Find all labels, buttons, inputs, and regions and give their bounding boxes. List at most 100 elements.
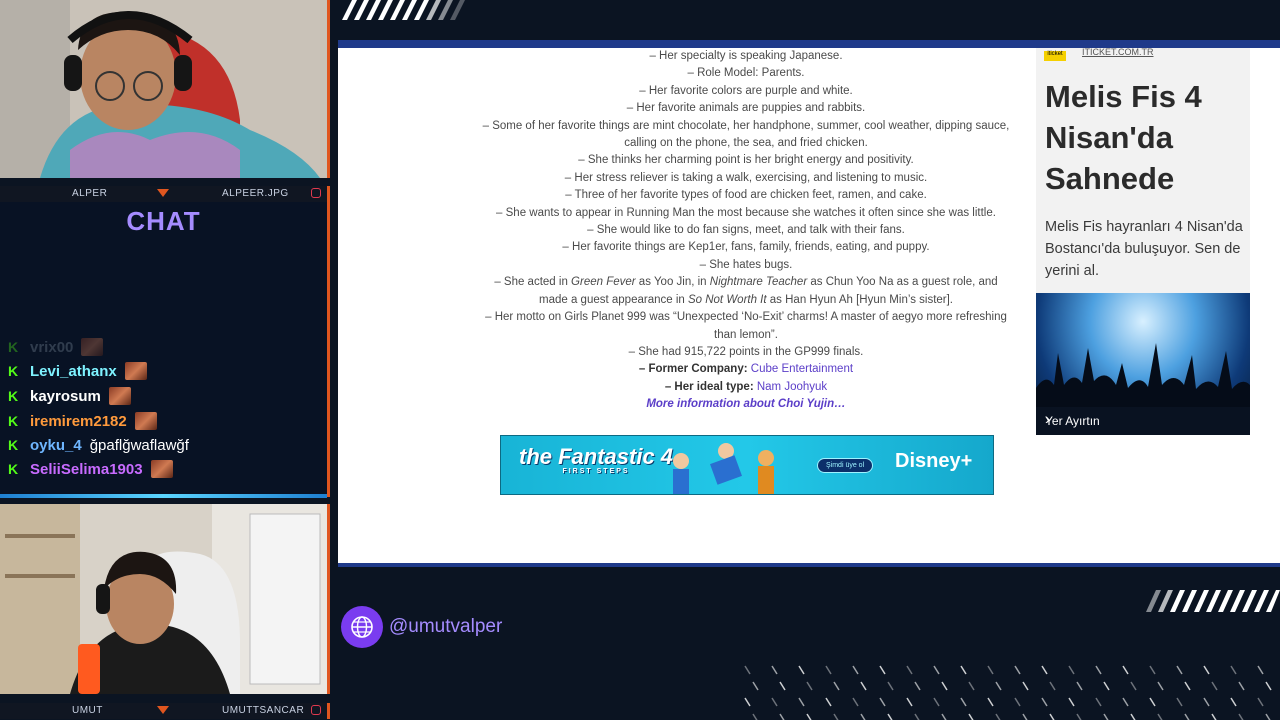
dot-mark <box>906 665 913 675</box>
dot-mark <box>933 665 940 675</box>
reserve-button[interactable]: Yer Ayırtın › <box>1036 407 1250 435</box>
dot-mark <box>1103 713 1109 720</box>
ad-title: the Fantastic 4 FIRST STEPS <box>519 444 673 475</box>
kick-icon: K <box>8 363 19 379</box>
kick-icon: K <box>8 413 19 429</box>
dot-mark <box>1095 665 1102 675</box>
ad-description: Melis Fis hayranları 4 Nisan'da Bostancı… <box>1045 219 1243 279</box>
dot-mark <box>887 681 894 691</box>
chat-message-text: ğpaflğwaflawğf <box>89 436 189 454</box>
emote-icon <box>150 460 173 478</box>
social-handle-text: @umutvalper <box>389 616 503 637</box>
dot-mark <box>825 665 832 675</box>
chat-message: K oyku_4 ğpaflğwaflawğf <box>8 435 189 455</box>
browser-page[interactable]: – Her specialty is speaking Japanese. – … <box>338 48 1280 563</box>
sidebar-ad[interactable]: iticket ITICKET.COM.TR Melis Fis 4 Nisan… <box>1036 48 1250 435</box>
dot-mark <box>1203 697 1210 707</box>
dot-mark <box>798 665 805 675</box>
chevron-right-icon: › <box>1045 411 1051 428</box>
ad-source-link[interactable]: ITICKET.COM.TR <box>1082 48 1154 57</box>
ad-signup-button[interactable]: Şimdi üye ol <box>817 458 874 473</box>
fact-line-company: – Former Company: Cube Entertainment <box>481 361 1011 378</box>
top-webcam <box>0 0 330 178</box>
dot-mark <box>779 713 785 720</box>
more-info-link[interactable]: More information about Choi Yujin… <box>646 398 845 410</box>
instagram-icon <box>311 188 321 198</box>
browser-frame-top <box>338 40 1280 48</box>
dot-mark <box>860 681 867 691</box>
dot-mark <box>987 697 994 707</box>
dot-mark <box>771 697 778 707</box>
fact-line: – She would like to do fan signs, meet, … <box>587 224 905 237</box>
dot-mark <box>1184 713 1190 720</box>
text: – She acted in <box>494 276 572 289</box>
dot-mark <box>1230 665 1237 675</box>
webcam-feed-image <box>0 504 327 694</box>
dots-decoration <box>744 665 1272 720</box>
divider-glow <box>0 494 327 498</box>
dot-mark <box>1149 665 1156 675</box>
emote-icon <box>81 338 104 356</box>
emote-icon <box>108 387 131 405</box>
ideal-type-label: – Her ideal type: <box>664 380 754 393</box>
chat-message: K Levi_athanx <box>8 361 147 381</box>
dot-mark <box>960 665 967 675</box>
top-cam-name: ALPER <box>72 188 108 199</box>
fact-line: – She had 915,722 points in the GP999 fi… <box>628 345 864 358</box>
dot-mark <box>1068 665 1075 675</box>
dot-mark <box>1203 665 1210 675</box>
bottom-cam-nameplate: UMUT UMUTTSANCAR <box>0 703 330 719</box>
fact-line-acting: – She acted in Green Fever as Yoo Jin, i… <box>481 274 1011 309</box>
chat-message: K kayrosum <box>8 386 131 406</box>
concert-photo[interactable]: Yer Ayırtın › <box>1036 293 1250 435</box>
dot-mark <box>1176 697 1183 707</box>
dot-mark <box>744 665 751 675</box>
dot-mark <box>1068 697 1075 707</box>
dot-mark <box>995 713 1001 720</box>
dot-mark <box>960 697 967 707</box>
dot-mark <box>914 681 921 691</box>
dot-mark <box>1130 713 1136 720</box>
bottom-cam-handle: UMUTTSANCAR <box>222 705 305 716</box>
dot-mark <box>860 713 866 720</box>
dot-mark <box>1130 681 1137 691</box>
dot-mark <box>1184 681 1191 691</box>
dot-mark <box>779 681 786 691</box>
fact-line: – Role Model: Parents. <box>687 67 805 80</box>
ad-subtitle: FIRST STEPS <box>562 468 630 475</box>
dot-mark <box>933 697 940 707</box>
dot-mark <box>852 665 859 675</box>
dot-mark <box>906 697 913 707</box>
dot-mark <box>1176 665 1183 675</box>
show-title: So Not Worth It <box>687 293 767 306</box>
dot-mark <box>1022 681 1029 691</box>
stripes-decoration <box>342 0 465 20</box>
chat-title: CHAT <box>126 206 201 236</box>
emote-icon <box>124 362 147 380</box>
fact-line: – Her specialty is speaking Japanese. <box>649 50 843 62</box>
fact-line: – Her favorite things are Kep1er, fans, … <box>562 241 930 254</box>
ad-characters-image <box>673 443 774 494</box>
dot-mark <box>1211 713 1217 720</box>
top-cam-handle: ALPEER.JPG <box>222 188 289 199</box>
company-link[interactable]: Cube Entertainment <box>751 363 853 375</box>
stripes-decoration <box>1146 590 1280 612</box>
dot-mark <box>1265 681 1272 691</box>
ideal-type-link[interactable]: Nam Joohyuk <box>757 381 827 393</box>
dot-mark <box>1265 713 1271 720</box>
dot-mark <box>1041 665 1048 675</box>
profile-facts: – Her specialty is speaking Japanese. – … <box>481 48 1011 414</box>
text: as Yoo Jin, in <box>635 276 710 289</box>
bottom-webcam <box>0 504 330 694</box>
dot-mark <box>1257 697 1264 707</box>
kick-icon: K <box>8 461 19 477</box>
show-title: Green Fever <box>571 276 636 289</box>
dot-mark <box>968 713 974 720</box>
company-label: – Former Company: <box>638 363 748 376</box>
ad-banner[interactable]: the Fantastic 4 FIRST STEPS Şimdi üye ol… <box>500 435 994 495</box>
dot-mark <box>833 713 839 720</box>
instagram-icon <box>311 705 321 715</box>
dot-mark <box>941 681 948 691</box>
dot-mark <box>771 665 778 675</box>
dot-mark <box>825 697 832 707</box>
